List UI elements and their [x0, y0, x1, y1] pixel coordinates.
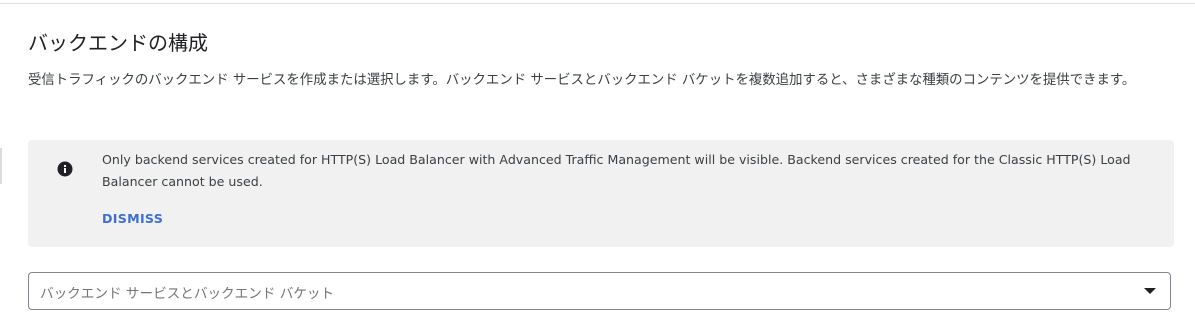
- backend-select[interactable]: バックエンド サービスとバックエンド バケット: [28, 272, 1171, 310]
- backend-select-placeholder: バックエンド サービスとバックエンド バケット: [40, 286, 335, 302]
- top-divider: [0, 3, 1195, 4]
- info-icon: [57, 161, 73, 177]
- left-edge-marker: [0, 148, 2, 184]
- section-description: 受信トラフィックのバックエンド サービスを作成または選択します。バックエンド サ…: [28, 73, 1136, 88]
- notice-message: Only backend services created for HTTP(S…: [102, 152, 1131, 189]
- info-notice: Only backend services created for HTTP(S…: [28, 140, 1174, 247]
- section-title: バックエンドの構成: [28, 31, 208, 55]
- dismiss-button[interactable]: DISMISS: [102, 211, 163, 226]
- arrow-drop-down-icon[interactable]: [1144, 288, 1156, 294]
